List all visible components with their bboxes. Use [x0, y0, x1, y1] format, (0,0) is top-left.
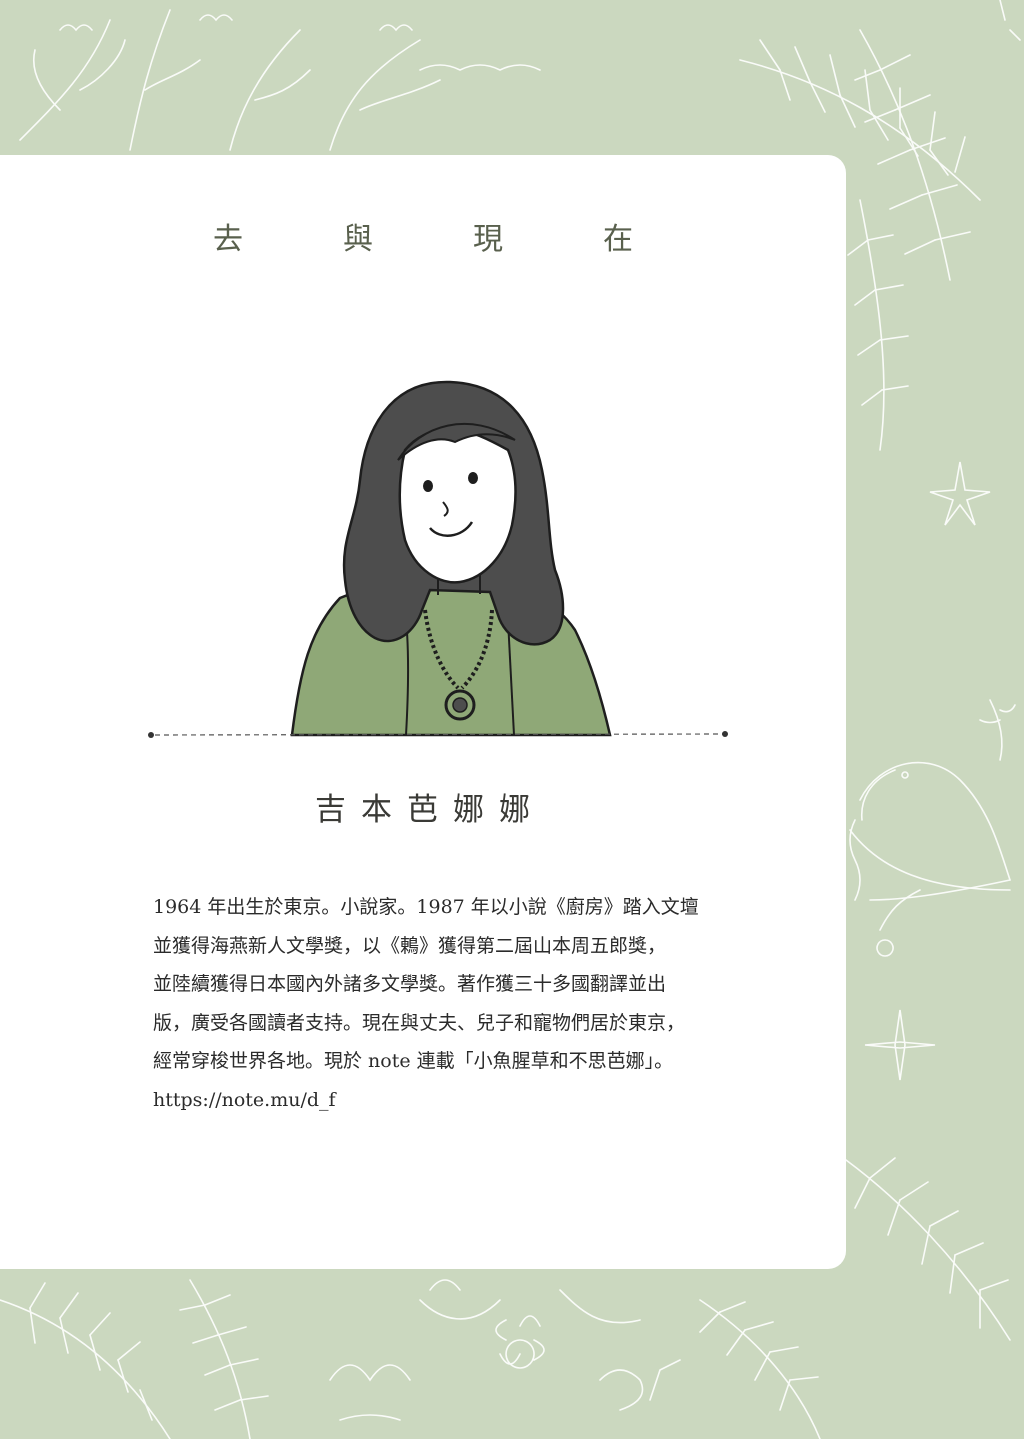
title-char: 與 — [343, 222, 373, 257]
title-char: 去 — [213, 222, 243, 257]
name-char: 吉 — [315, 792, 347, 828]
name-char: 本 — [361, 792, 393, 828]
title-char: 現 — [473, 222, 503, 257]
name-char: 芭 — [407, 792, 439, 828]
name-char: 娜 — [453, 792, 485, 828]
dotted-divider — [148, 731, 728, 738]
bio-line: 經常穿梭世界各地。現於 note 連載「小魚腥草和不思芭娜」。 — [153, 1050, 674, 1072]
author-name: 吉 本 芭 娜 娜 — [0, 785, 846, 835]
title-char: 在 — [603, 222, 633, 257]
author-portrait-illustration — [290, 380, 612, 737]
bio-line: 並陸續獲得日本國內外諸多文學獎。著作獲三十多國翻譯並出 — [153, 973, 667, 995]
author-biography: 1964 年出生於東京。小說家。1987 年以小說《廚房》踏入文壇 並獲得海燕新… — [153, 888, 753, 1119]
bio-line: 版，廣受各國讀者支持。現在與丈夫、兒子和寵物們居於東京， — [153, 1011, 686, 1034]
name-char: 娜 — [499, 792, 531, 828]
bio-line: 並獲得海燕新人文學獎，以《鶇》獲得第二屆山本周五郎獎， — [153, 934, 667, 957]
bio-url[interactable]: https://note.mu/d_f — [153, 1081, 753, 1120]
page-title: 去 與 現 在 — [0, 215, 846, 265]
bio-line: 1964 年出生於東京。小說家。1987 年以小說《廚房》踏入文壇 — [153, 896, 699, 918]
